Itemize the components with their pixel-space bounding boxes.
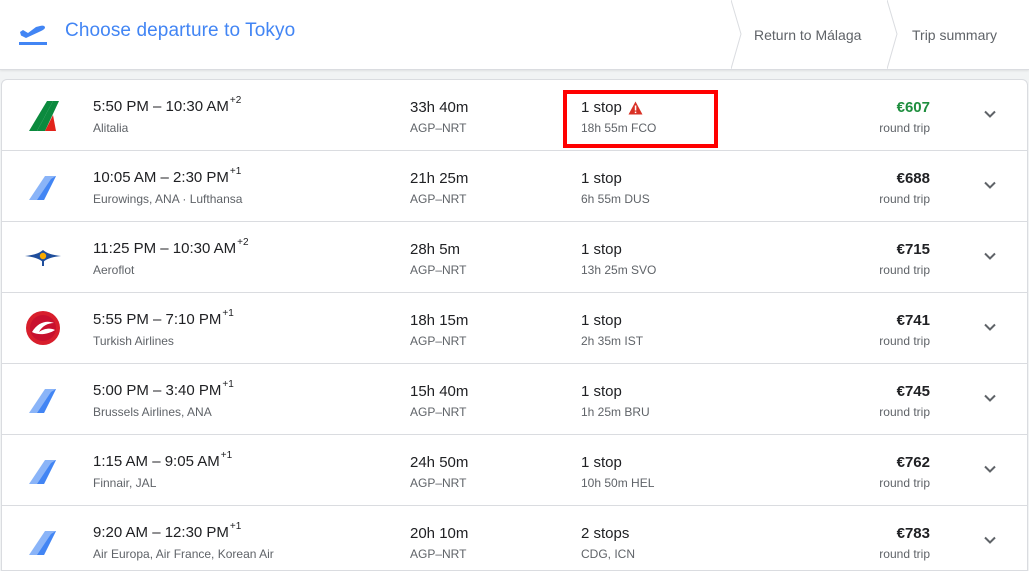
flight-row[interactable]: 5:55 PM – 7:10 PM+1 Turkish Airlines 18h… [2, 293, 1027, 364]
flight-times: 11:25 PM – 10:30 AM+2 [93, 237, 249, 257]
flight-times: 10:05 AM – 2:30 PM+1 [93, 166, 242, 186]
layover-info: CDG, ICN [581, 547, 635, 561]
generic-tail-logo [29, 176, 56, 200]
breadcrumb-trip-summary[interactable]: Trip summary [887, 0, 1029, 69]
flight-route: AGP–NRT [410, 121, 467, 135]
turkish-airlines-logo [26, 311, 60, 345]
airline-name: Air Europa, Air France, Korean Air [93, 547, 274, 561]
stops-count: 1 stop [581, 383, 622, 400]
generic-tail-logo [29, 389, 56, 413]
stops-count: 1 stop [581, 241, 622, 258]
stops-count: 2 stops [581, 525, 630, 542]
breadcrumb-return[interactable]: Return to Málaga [731, 0, 887, 69]
airline-name: Eurowings, ANA · Lufthansa [93, 192, 243, 206]
generic-tail-logo [29, 460, 56, 484]
airline-name: Brussels Airlines, ANA [93, 405, 212, 419]
chevron-down-icon[interactable] [980, 459, 1000, 479]
flight-row[interactable]: 1:15 AM – 9:05 AM+1 Finnair, JAL 24h 50m… [2, 435, 1027, 506]
flight-route: AGP–NRT [410, 192, 467, 206]
airline-name: Finnair, JAL [93, 476, 157, 490]
trip-type: round trip [879, 263, 930, 277]
flight-takeoff-icon [19, 25, 47, 45]
chevron-down-icon[interactable] [980, 246, 1000, 266]
breadcrumb-chevron-icon [731, 0, 742, 69]
stops-count: 1 stop [581, 99, 643, 116]
trip-type: round trip [879, 476, 930, 490]
flight-row[interactable]: 10:05 AM – 2:30 PM+1 Eurowings, ANA · Lu… [2, 151, 1027, 222]
layover-info: 1h 25m BRU [581, 405, 650, 419]
flight-route: AGP–NRT [410, 334, 467, 348]
breadcrumb-summary-label: Trip summary [912, 26, 998, 43]
flight-route: AGP–NRT [410, 476, 467, 490]
flight-row[interactable]: 5:50 PM – 10:30 AM+2 Alitalia 33h 40m AG… [2, 80, 1027, 151]
stops-count: 1 stop [581, 312, 622, 329]
flight-duration: 28h 5m [410, 241, 461, 258]
flight-price: €607 [896, 99, 930, 116]
stops-count: 1 stop [581, 454, 622, 471]
airline-name: Aeroflot [93, 263, 135, 277]
flight-route: AGP–NRT [410, 263, 467, 277]
trip-type: round trip [879, 334, 930, 348]
trip-type: round trip [879, 547, 930, 561]
flight-price: €688 [896, 170, 930, 187]
flight-route: AGP–NRT [410, 405, 467, 419]
flight-times: 9:20 AM – 12:30 PM+1 [93, 521, 242, 541]
airline-name: Turkish Airlines [93, 334, 174, 348]
flight-price: €745 [896, 383, 930, 400]
flight-duration: 20h 10m [410, 525, 469, 542]
layover-info: 13h 25m SVO [581, 263, 657, 277]
top-bar: Choose departure to Tokyo Return to Mála… [0, 0, 1029, 70]
flight-price: €762 [896, 454, 930, 471]
trip-type: round trip [879, 405, 930, 419]
breadcrumb-chevron-icon [887, 0, 898, 69]
layover-info: 10h 50m HEL [581, 476, 655, 490]
chevron-down-icon[interactable] [980, 317, 1000, 337]
trip-type: round trip [879, 121, 930, 135]
flight-duration: 18h 15m [410, 312, 469, 329]
chevron-down-icon[interactable] [980, 104, 1000, 124]
chevron-down-icon[interactable] [980, 388, 1000, 408]
breadcrumb-return-label: Return to Málaga [754, 26, 862, 43]
flight-times: 5:50 PM – 10:30 AM+2 [93, 95, 242, 115]
chevron-down-icon[interactable] [980, 175, 1000, 195]
page-title: Choose departure to Tokyo [65, 20, 296, 41]
generic-tail-logo [29, 531, 56, 555]
flight-times: 5:00 PM – 3:40 PM+1 [93, 379, 234, 399]
flight-duration: 24h 50m [410, 454, 469, 471]
flight-route: AGP–NRT [410, 547, 467, 561]
chevron-down-icon[interactable] [980, 530, 1000, 550]
flight-row[interactable]: 5:00 PM – 3:40 PM+1 Brussels Airlines, A… [2, 364, 1027, 435]
flight-times: 1:15 AM – 9:05 AM+1 [93, 450, 233, 470]
flight-duration: 21h 25m [410, 170, 469, 187]
flight-price: €783 [896, 525, 930, 542]
alitalia-logo [29, 101, 59, 131]
layover-info: 18h 55m FCO [581, 121, 657, 135]
flight-duration: 33h 40m [410, 99, 469, 116]
stops-count: 1 stop [581, 170, 622, 187]
flight-duration: 15h 40m [410, 383, 469, 400]
airline-name: Alitalia [93, 121, 129, 135]
flight-results-list: 5:50 PM – 10:30 AM+2 Alitalia 33h 40m AG… [1, 79, 1028, 571]
trip-type: round trip [879, 192, 930, 206]
flight-row[interactable]: 11:25 PM – 10:30 AM+2 Aeroflot 28h 5m AG… [2, 222, 1027, 293]
flight-price: €741 [896, 312, 930, 329]
layover-info: 2h 35m IST [581, 334, 644, 348]
flight-times: 5:55 PM – 7:10 PM+1 [93, 308, 234, 328]
flight-row[interactable]: 9:20 AM – 12:30 PM+1 Air Europa, Air Fra… [2, 506, 1027, 570]
warning-icon [628, 101, 643, 114]
layover-info: 6h 55m DUS [581, 192, 650, 206]
aeroflot-logo [25, 250, 61, 266]
flight-price: €715 [896, 241, 930, 258]
